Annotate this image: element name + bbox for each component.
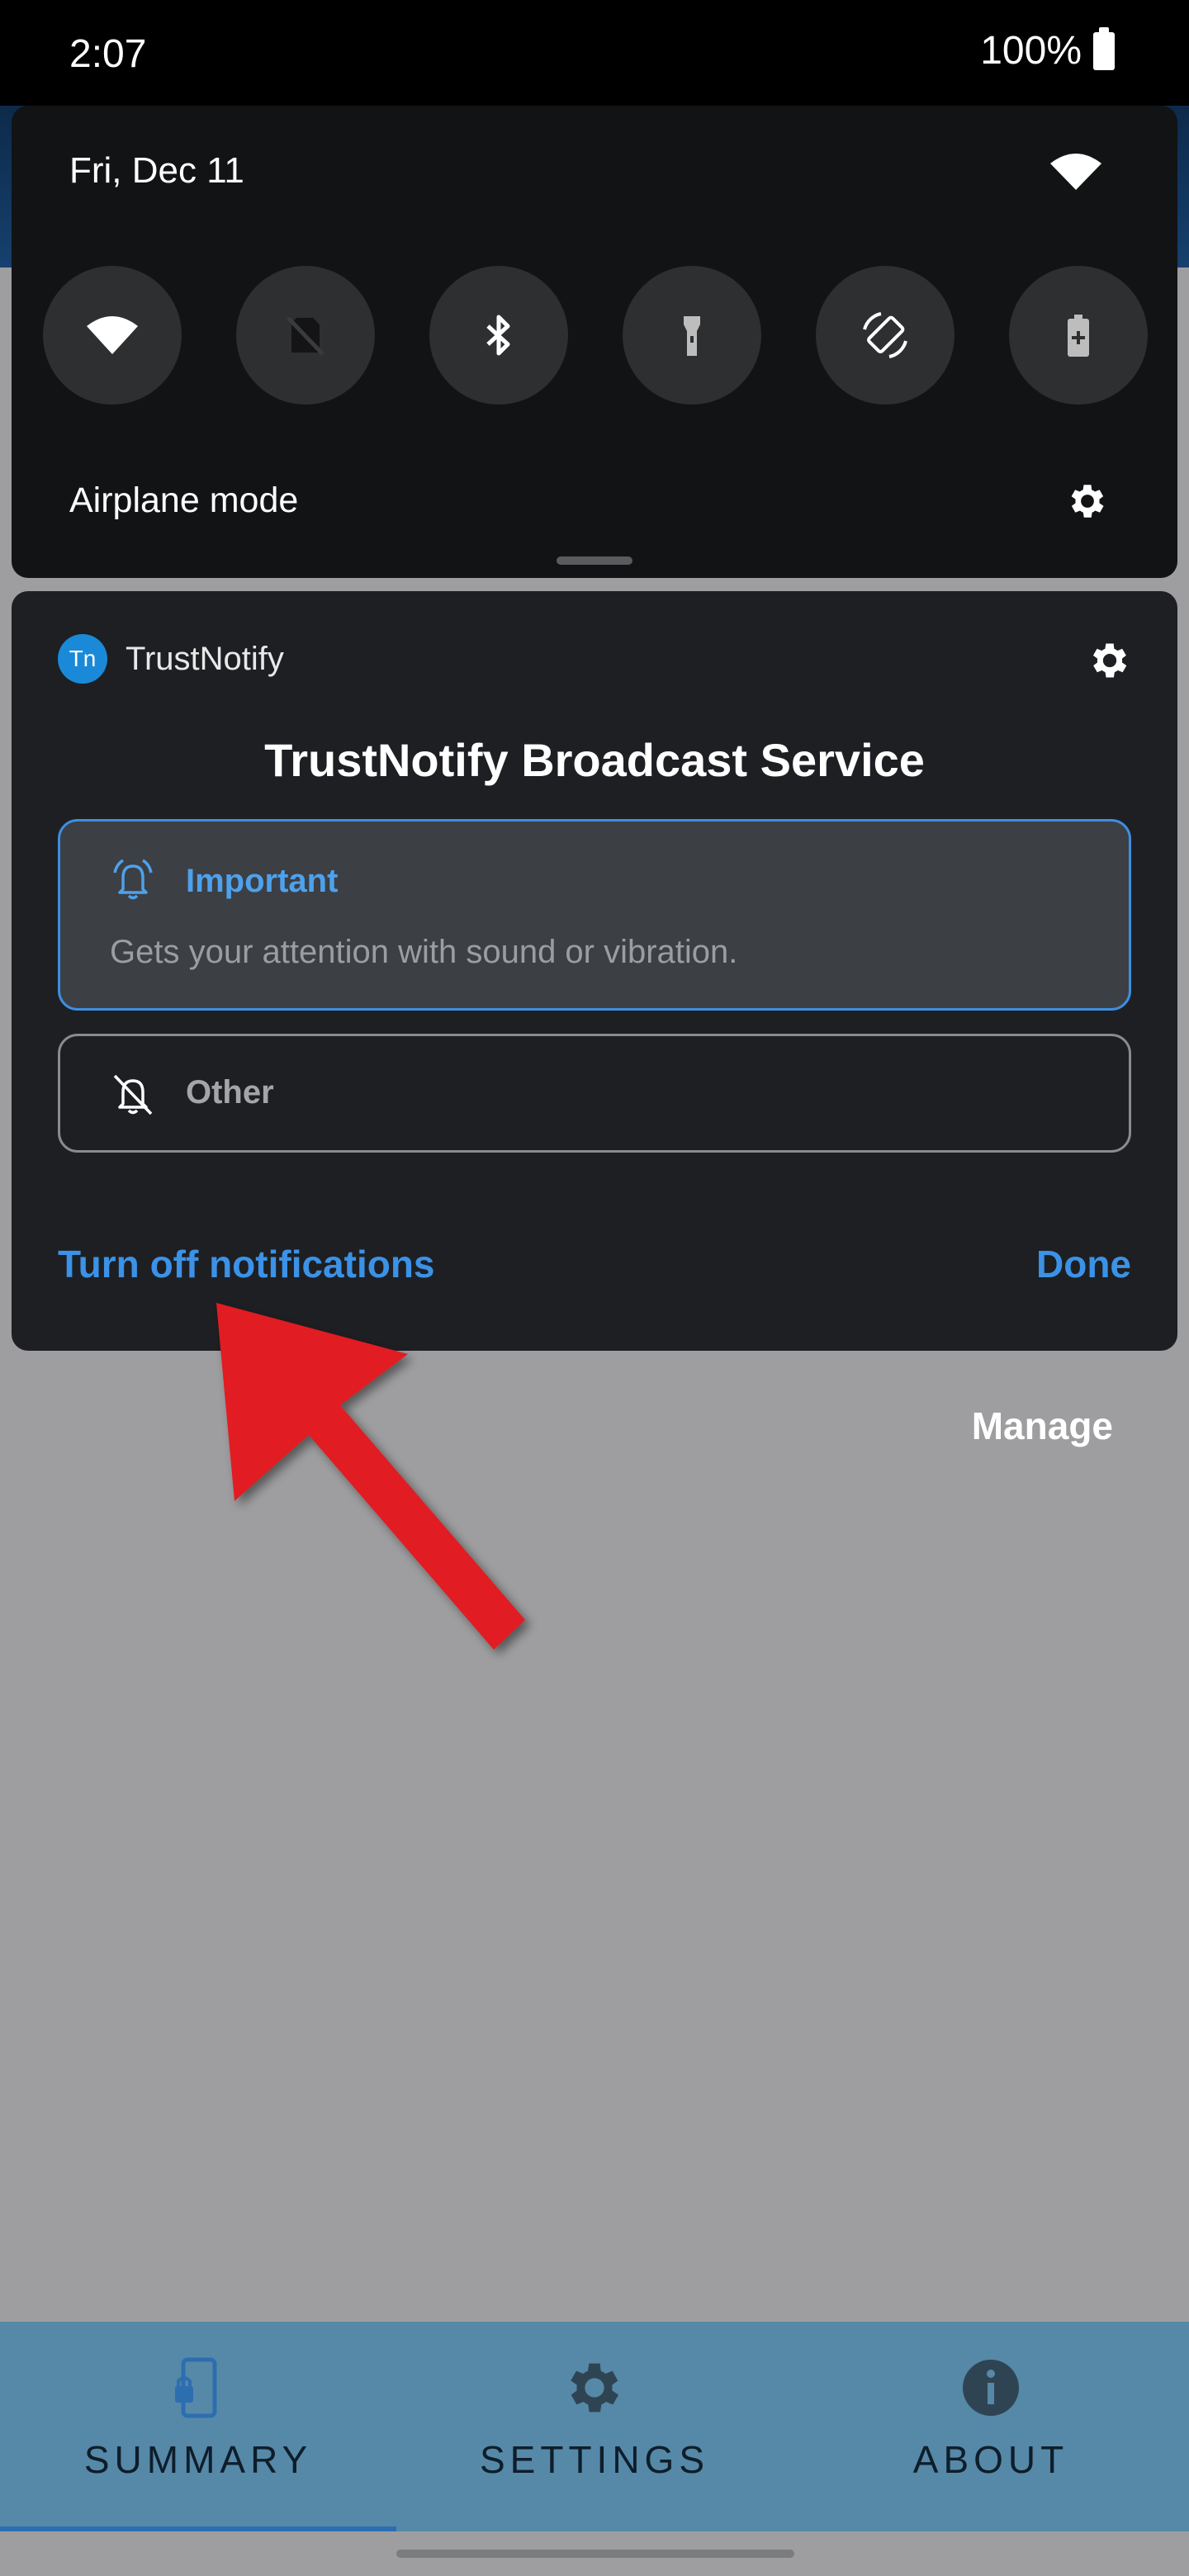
notification-settings-gear-icon[interactable]: [1087, 637, 1133, 684]
phone-lock-icon: [175, 2357, 217, 2418]
app-icon-text: Tn: [69, 646, 97, 671]
trustnotify-app-icon: Tn: [58, 634, 107, 684]
option-important-description: Gets your attention with sound or vibrat…: [110, 934, 738, 970]
tile-sim[interactable]: [236, 266, 375, 405]
tile-battery-saver[interactable]: [1009, 266, 1148, 405]
quick-settings-panel: Fri, Dec 11 Airplane mode: [12, 106, 1177, 578]
flashlight-icon: [684, 316, 700, 356]
tile-flashlight[interactable]: [623, 266, 761, 405]
info-icon: [963, 2360, 1019, 2416]
gear-icon: [571, 2363, 618, 2413]
option-other-label: Other: [186, 1074, 274, 1110]
nav-about[interactable]: ABOUT: [793, 2322, 1189, 2531]
nav-settings[interactable]: SETTINGS: [396, 2322, 793, 2531]
option-important[interactable]: Important Gets your attention with sound…: [58, 819, 1131, 1011]
red-arrow-shape: [216, 1303, 525, 1650]
bottom-navigation: SUMMARY SETTINGS ABOUT: [0, 2322, 1189, 2531]
bell-ringing-icon: [113, 859, 153, 900]
qs-drag-handle[interactable]: [557, 556, 632, 565]
no-sim-icon: [287, 316, 324, 356]
status-right: 100%: [980, 26, 1115, 73]
tile-bluetooth[interactable]: [429, 266, 568, 405]
quick-settings-tiles: [43, 266, 1148, 406]
nav-about-label: ABOUT: [912, 2438, 1069, 2481]
gear-icon[interactable]: [1065, 479, 1110, 523]
qs-tile-label: Airplane mode: [69, 481, 299, 520]
done-button[interactable]: Done: [1036, 1242, 1131, 1286]
nav-settings-label: SETTINGS: [479, 2438, 710, 2481]
manage-button[interactable]: Manage: [972, 1404, 1113, 1448]
turn-off-notifications-button[interactable]: Turn off notifications: [58, 1242, 435, 1286]
option-other[interactable]: Other: [58, 1034, 1131, 1153]
tile-wifi[interactable]: [43, 266, 182, 405]
nav-summary-label: SUMMARY: [83, 2438, 313, 2481]
gesture-navigation-bar[interactable]: [396, 2550, 794, 2558]
battery-saver-icon: [1068, 315, 1089, 357]
bluetooth-icon: [486, 315, 510, 356]
app-name: TrustNotify: [126, 641, 284, 677]
bell-off-icon: [113, 1074, 153, 1115]
battery-icon: [1093, 26, 1115, 70]
nav-summary[interactable]: SUMMARY: [0, 2322, 396, 2531]
option-important-label: Important: [186, 863, 339, 899]
battery-percent: 100%: [980, 29, 1082, 73]
wifi-icon: [87, 316, 138, 354]
wifi-status-icon: [1050, 154, 1101, 190]
status-bar: 2:07 100%: [0, 0, 1189, 106]
auto-rotate-icon: [863, 312, 907, 358]
tile-auto-rotate[interactable]: [816, 266, 955, 405]
qs-date: Fri, Dec 11: [69, 150, 244, 191]
notification-card: Tn TrustNotify TrustNotify Broadcast Ser…: [12, 591, 1177, 1351]
notification-channel-title: TrustNotify Broadcast Service: [264, 734, 925, 786]
status-time: 2:07: [69, 32, 147, 76]
